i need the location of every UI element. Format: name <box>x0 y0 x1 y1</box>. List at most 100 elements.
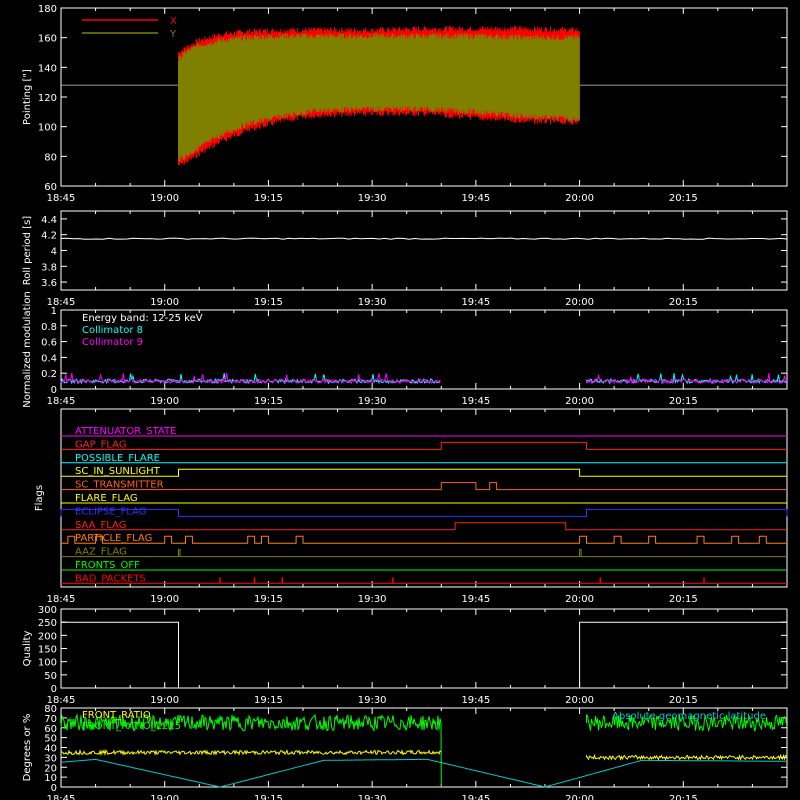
panel-frame-1 <box>60 210 788 291</box>
x-tick-label: 19:00 <box>150 594 179 605</box>
roll-period-line <box>60 237 788 240</box>
x-tick-label: 20:15 <box>669 396 698 407</box>
y-tick-label: 20 <box>44 763 57 774</box>
y-axis-label: Quality <box>22 631 33 667</box>
x-tick-label: 19:15 <box>254 297 283 308</box>
legend-label-geomagnetic-latitude: Absolute geomagnetic latitude <box>612 711 766 722</box>
y-tick-label: 0 <box>51 684 57 695</box>
y-tick-label: 4 <box>51 247 57 258</box>
y-tick-label: 0.2 <box>41 369 57 380</box>
x-tick-label: 20:15 <box>669 695 698 706</box>
x-tick-label: 20:00 <box>565 794 594 800</box>
flag-label-saa-flag: SAA_FLAG <box>75 520 126 531</box>
x-tick-label: 19:45 <box>461 594 490 605</box>
y-tick-label: 300 <box>38 605 57 616</box>
y-tick-label: 1 <box>51 306 57 317</box>
y-tick-label: 10 <box>44 773 57 784</box>
x-tick-label: 19:45 <box>461 297 490 308</box>
x-tick-label: 20:00 <box>565 297 594 308</box>
y-axis-label: Flags <box>34 485 45 511</box>
y-tick-label: 3.6 <box>41 278 57 289</box>
x-tick-label: 19:00 <box>150 695 179 706</box>
flag-label-particle-flag: PARTICLE_FLAG <box>75 533 152 544</box>
y-tick-label: 0.8 <box>41 322 57 333</box>
y-tick-label: 50 <box>44 734 57 745</box>
y-axis-label: Degrees or % <box>22 714 33 782</box>
y-tick-label: 150 <box>38 645 57 656</box>
x-tick-label: 19:30 <box>358 193 387 204</box>
y-tick-label: 70 <box>44 714 57 725</box>
flag-line-aaz-flag <box>61 549 787 558</box>
x-tick-label: 19:15 <box>254 794 283 800</box>
x-tick-label: 20:00 <box>565 193 594 204</box>
y-tick-label: 40 <box>44 744 57 755</box>
x-tick-label: 19:45 <box>461 193 490 204</box>
quality-line <box>61 621 787 689</box>
x-tick-label: 18:45 <box>47 794 76 800</box>
x-tick-label: 19:30 <box>358 594 387 605</box>
y-tick-label: 4.2 <box>41 231 57 242</box>
legend-label-y: Y <box>169 29 177 40</box>
ratio-series-front-ratio <box>60 748 787 761</box>
x-tick-label: 19:15 <box>254 396 283 407</box>
flag-label-aaz-flag: AAZ_FLAG <box>75 547 127 558</box>
y-tick-label: 0 <box>51 385 57 396</box>
y-axis-label: Roll period [s] <box>22 216 33 285</box>
x-tick-label: 19:15 <box>254 193 283 204</box>
x-tick-label: 20:15 <box>669 297 698 308</box>
flag-label-possible-flare: POSSIBLE_FLARE <box>75 453 160 464</box>
y-tick-label: 50 <box>44 671 57 682</box>
y-tick-label: 100 <box>38 123 57 134</box>
x-tick-label: 19:30 <box>358 794 387 800</box>
x-tick-label: 19:00 <box>150 193 179 204</box>
legend-label-collimator-9: Collimator 9 <box>82 337 143 348</box>
flag-label-flare-flag: FLARE_FLAG <box>75 493 138 504</box>
flag-label-fronts-off: FRONTS_OFF <box>75 560 140 571</box>
y-tick-label: 3.8 <box>41 262 57 273</box>
y-tick-label: 60 <box>44 724 57 735</box>
x-tick-label: 20:00 <box>565 594 594 605</box>
x-tick-label: 19:15 <box>254 594 283 605</box>
flag-line-sc-transmitter <box>61 482 787 491</box>
y-tick-label: 30 <box>44 753 57 764</box>
flag-label-attenuator-state: ATTENUATOR_STATE <box>75 426 176 437</box>
flag-line-gap-flag <box>61 441 787 450</box>
flag-line-saa-flag <box>61 522 787 531</box>
y-tick-label: 60 <box>44 182 57 193</box>
flag-line-particle-flag <box>61 535 787 544</box>
y-axis-label: Normalized modulation <box>22 291 33 408</box>
x-tick-label: 19:00 <box>150 794 179 800</box>
legend-label-front-ratio: FRONT_RATIO <box>82 710 151 721</box>
x-tick-label: 19:15 <box>254 695 283 706</box>
x-tick-label: 18:45 <box>47 193 76 204</box>
x-tick-label: 19:30 <box>358 695 387 706</box>
x-tick-label: 20:15 <box>669 193 698 204</box>
y-tick-label: 4.4 <box>41 215 57 226</box>
flag-label-bad-packets: BAD_PACKETS <box>75 573 146 584</box>
legend-label-collimator-8: Collimator 8 <box>82 325 143 336</box>
x-tick-label: 19:30 <box>358 297 387 308</box>
observing-summary-figure: 18:45 19:00 19:15 19:30 19:45 20:00 20:15 60 80 1… <box>22 4 788 800</box>
geomagnetic-latitude-line <box>60 758 787 788</box>
y-tick-label: 140 <box>38 63 57 74</box>
flag-label-eclipse-flag: ECLIPSE_FLAG <box>75 506 146 517</box>
y-tick-label: 200 <box>38 631 57 642</box>
y-tick-label: 120 <box>38 93 57 104</box>
flag-line-sc-in-sunlight <box>61 468 787 477</box>
x-tick-label: 18:45 <box>47 396 76 407</box>
x-tick-label: 18:45 <box>47 594 76 605</box>
y-tick-label: 160 <box>38 34 57 45</box>
x-tick-label: 19:45 <box>461 396 490 407</box>
y-tick-label: 250 <box>38 618 57 629</box>
y-tick-label: 100 <box>38 658 57 669</box>
y-tick-label: 0.6 <box>41 338 57 349</box>
legend-label-front-ratio-1225: FRONT_RATIO_1225 <box>82 721 181 732</box>
y-tick-label: 80 <box>44 152 57 163</box>
y-tick-label: 80 <box>44 704 57 715</box>
x-tick-label: 20:00 <box>565 396 594 407</box>
y-tick-label: 180 <box>38 4 57 15</box>
x-tick-label: 20:15 <box>669 594 698 605</box>
panel-frame-4 <box>60 608 788 689</box>
x-tick-label: 19:00 <box>150 297 179 308</box>
x-tick-label: 19:45 <box>461 794 490 800</box>
